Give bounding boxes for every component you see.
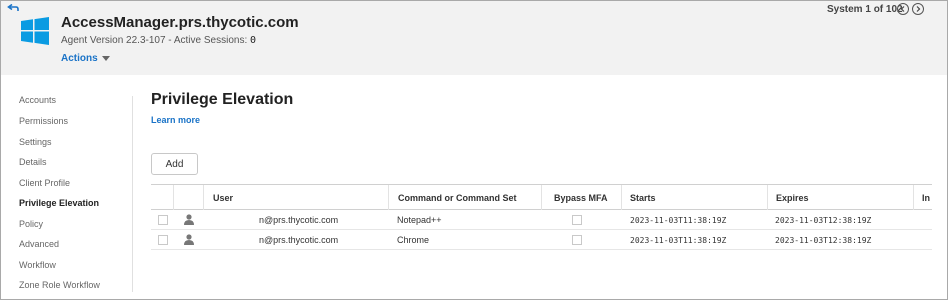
row-select-checkbox[interactable] [158,235,168,245]
column-separator [913,185,914,210]
sidebar-item-details[interactable]: Details [19,157,47,167]
sidebar-item-accounts[interactable]: Accounts [19,95,56,105]
sidebar-divider [132,96,133,292]
sidebar-item-zone-role-workflow[interactable]: Zone Role Workflow [19,280,100,290]
system-pager: System 1 of 102 [827,4,903,15]
column-separator [767,185,768,210]
user-cell: n@prs.thycotic.com [259,235,339,245]
agent-version-label: Agent Version 22.3-107 - Active Sessions… [61,35,250,46]
next-system-button[interactable] [912,3,924,15]
sidebar-item-settings[interactable]: Settings [19,137,52,147]
column-header-in[interactable]: In [922,193,930,203]
row-select-checkbox[interactable] [158,215,168,225]
sidebar-item-workflow[interactable]: Workflow [19,260,56,270]
column-header-user[interactable]: User [213,193,233,203]
chevron-left-icon [900,6,905,12]
sidebar-item-privilege-elevation[interactable]: Privilege Elevation [19,198,99,208]
column-header-starts[interactable]: Starts [630,193,656,203]
column-separator [388,185,389,210]
learn-more-link[interactable]: Learn more [151,115,200,125]
table-row[interactable]: n@prs.thycotic.com Notepad++ 2023-11-03T… [151,210,932,230]
actions-label: Actions [61,53,98,64]
windows-logo-icon [21,17,49,45]
starts-cell: 2023-11-03T11:38:19Z [630,236,727,245]
back-arrow-icon[interactable] [7,4,19,14]
command-cell: Notepad++ [397,215,442,225]
command-cell: Chrome [397,235,430,245]
privilege-elevation-grid: User Command or Command Set Bypass MFA S… [151,184,932,250]
expires-cell: 2023-11-03T12:38:19Z [775,216,872,225]
column-separator [173,185,174,210]
grid-header: User Command or Command Set Bypass MFA S… [151,184,932,210]
bypass-mfa-checkbox[interactable] [572,235,582,245]
sidebar-item-policy[interactable]: Policy [19,219,43,229]
chevron-right-icon [916,6,921,12]
sidebar-item-advanced[interactable]: Advanced [19,239,59,249]
system-name: AccessManager.prs.thycotic.com [61,14,299,31]
column-header-bypass-mfa[interactable]: Bypass MFA [554,193,608,203]
add-button[interactable]: Add [151,153,198,175]
column-separator [541,185,542,210]
user-icon [184,214,194,225]
column-header-expires[interactable]: Expires [776,193,809,203]
previous-system-button[interactable] [897,3,909,15]
active-sessions-count: 0 [250,35,257,46]
column-separator [203,185,204,210]
column-separator [621,185,622,210]
column-header-command[interactable]: Command or Command Set [398,193,517,203]
actions-dropdown[interactable]: Actions [61,53,110,64]
expires-cell: 2023-11-03T12:38:19Z [775,236,872,245]
system-header: AccessManager.prs.thycotic.com Agent Ver… [1,1,947,75]
agent-info: Agent Version 22.3-107 - Active Sessions… [61,35,256,46]
chevron-down-icon [101,55,110,61]
table-row[interactable]: n@prs.thycotic.com Chrome 2023-11-03T11:… [151,230,932,250]
sidebar-item-client-profile[interactable]: Client Profile [19,178,70,188]
user-cell: n@prs.thycotic.com [259,215,339,225]
user-icon [184,234,194,245]
sidebar-item-permissions[interactable]: Permissions [19,116,68,126]
page-title: Privilege Elevation [151,91,294,108]
starts-cell: 2023-11-03T11:38:19Z [630,216,727,225]
bypass-mfa-checkbox[interactable] [572,215,582,225]
